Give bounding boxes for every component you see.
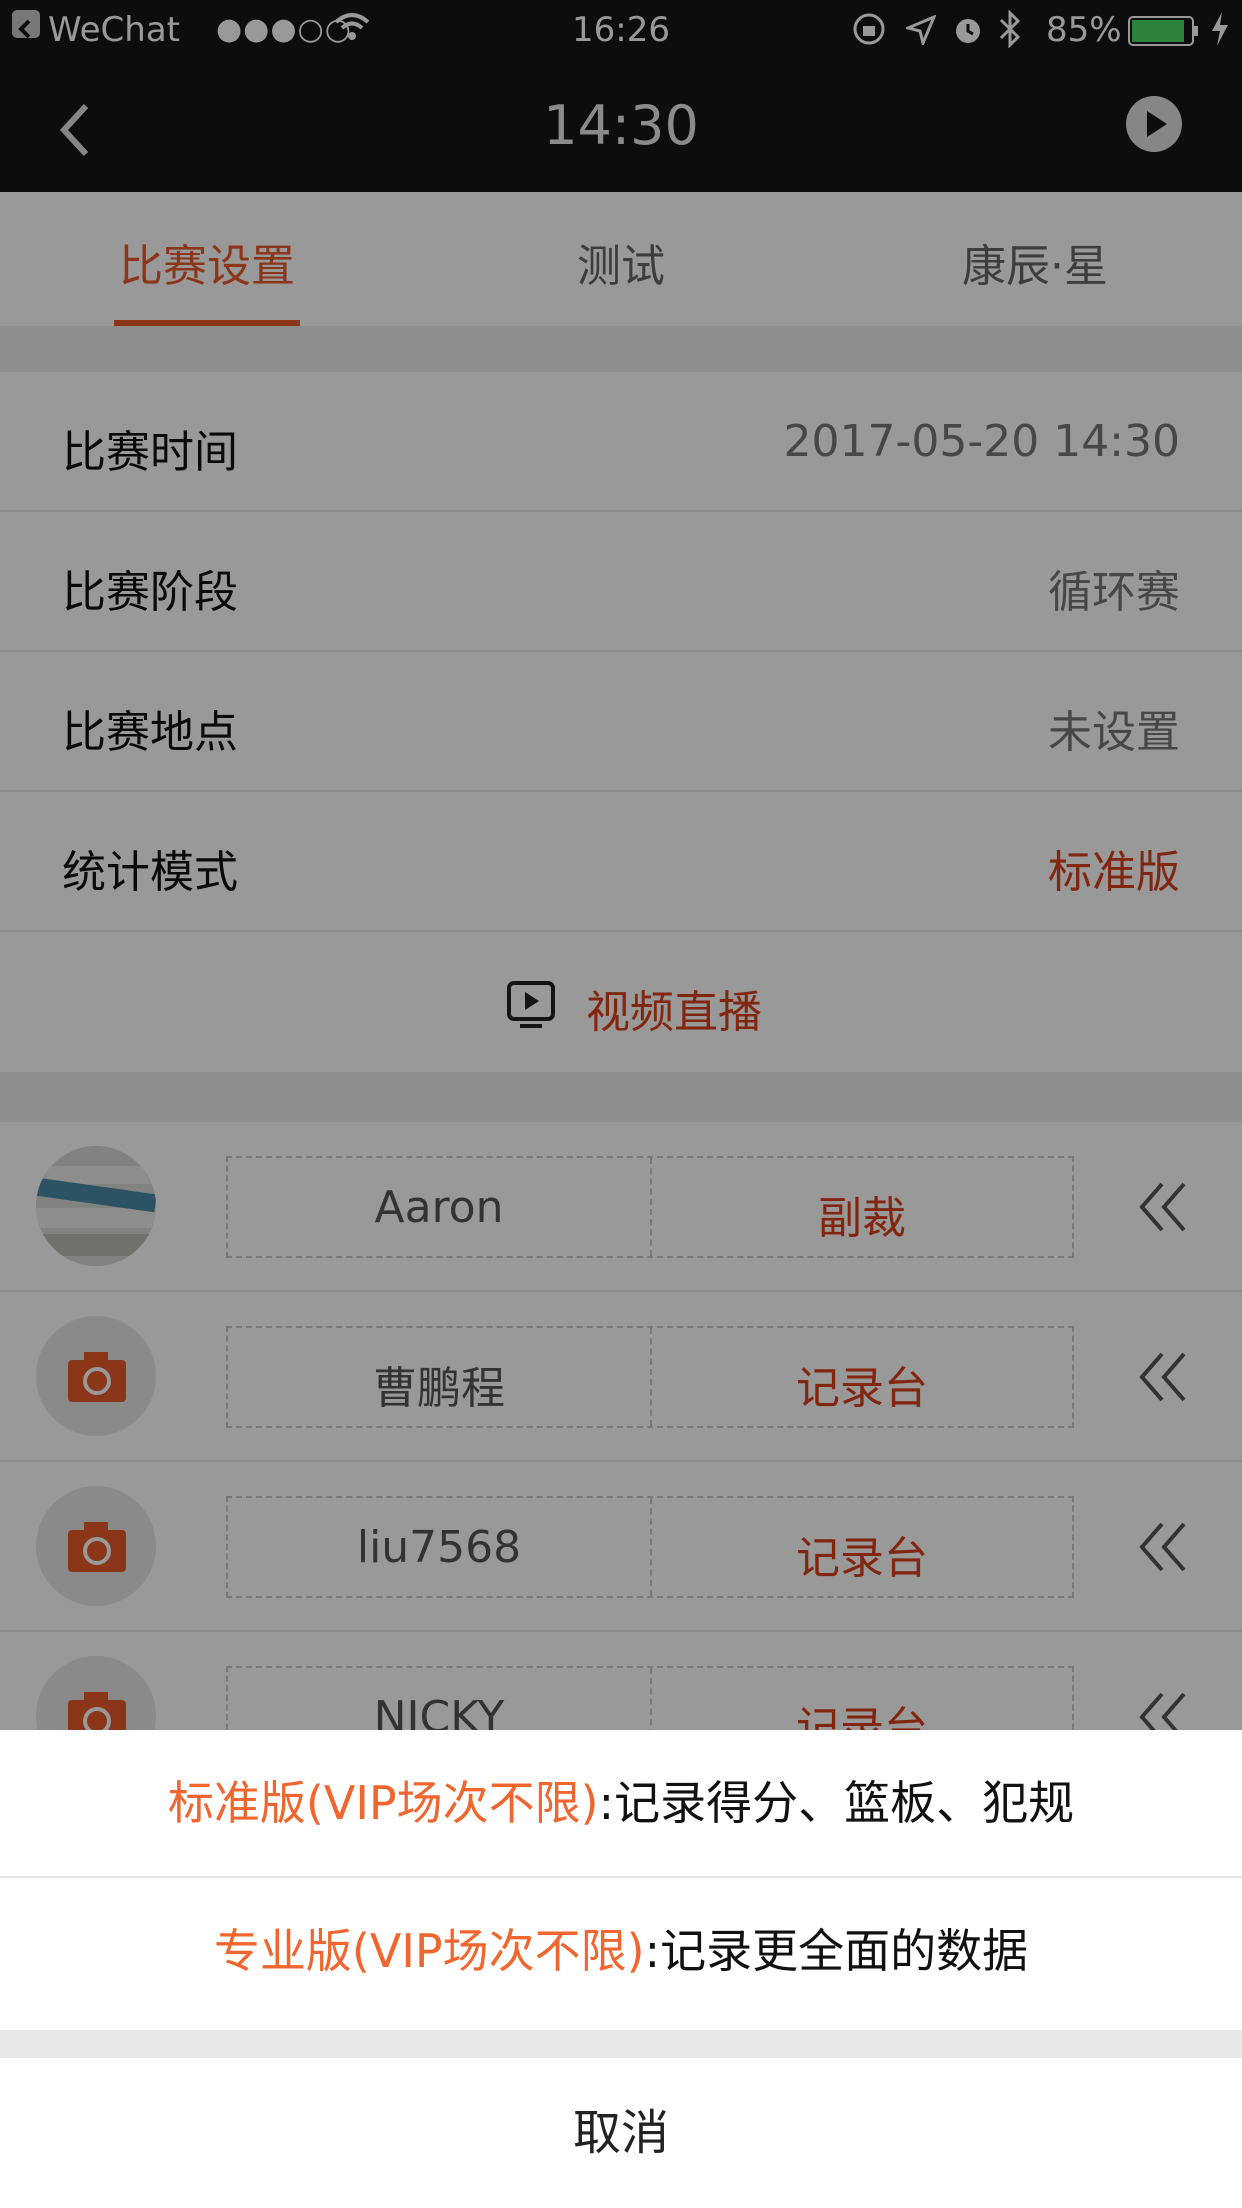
- option-highlight: 标准版(VIP场次不限): [167, 1776, 599, 1830]
- option-desc: :记录得分、篮板、犯规: [598, 1776, 1075, 1830]
- option-highlight: 专业版(VIP场次不限): [213, 1924, 645, 1978]
- option-professional[interactable]: 专业版(VIP场次不限):记录更全面的数据: [0, 1878, 1242, 2024]
- action-sheet: 标准版(VIP场次不限):记录得分、篮板、犯规 专业版(VIP场次不限):记录更…: [0, 1730, 1242, 2208]
- cancel-button[interactable]: 取消: [0, 2058, 1242, 2208]
- option-desc: :记录更全面的数据: [644, 1924, 1029, 1978]
- sheet-gap: [0, 2030, 1242, 2058]
- modal-overlay[interactable]: [0, 0, 1242, 1730]
- option-standard[interactable]: 标准版(VIP场次不限):记录得分、篮板、犯规: [0, 1730, 1242, 1878]
